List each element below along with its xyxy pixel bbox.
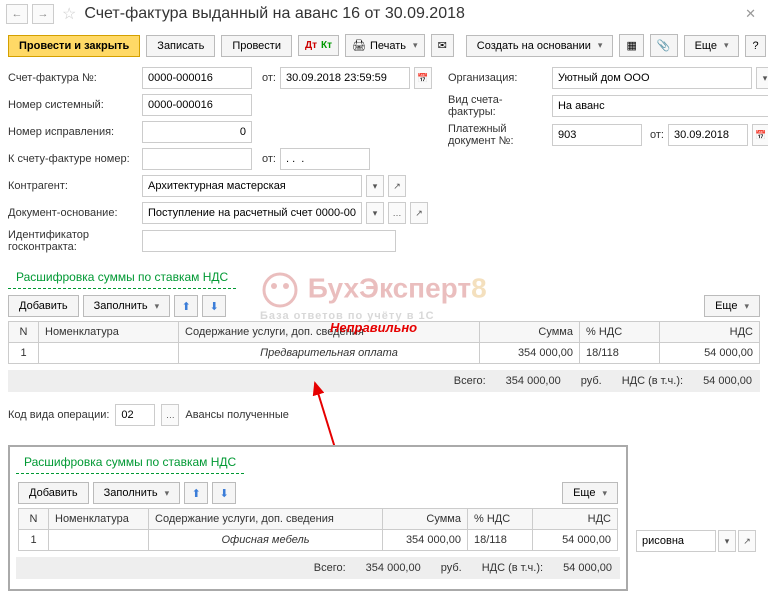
from-label: от: xyxy=(262,72,276,84)
table-row: 1 Офисная мебель 354 000,00 18/118 54 00… xyxy=(19,530,618,551)
gk-label: Идентификатор госконтракта: xyxy=(8,229,138,253)
opcode-desc: Авансы полученные xyxy=(185,409,289,421)
fill-button[interactable]: Заполнить xyxy=(83,295,171,317)
add-row-button-2[interactable]: Добавить xyxy=(18,482,89,504)
grid-more-button-2[interactable]: Еще xyxy=(562,482,618,504)
extra-field: ▾ ↗ xyxy=(636,530,756,552)
move-down-icon-2[interactable]: ⬇ xyxy=(212,482,236,504)
col-n: N xyxy=(9,322,39,343)
to-invoice-from-label: от: xyxy=(262,153,276,165)
attach-icon[interactable]: 📎 xyxy=(650,34,678,57)
col-content: Содержание услуги, доп. сведения xyxy=(179,322,480,343)
org-label: Организация: xyxy=(448,72,548,84)
vat-grid-right: N Номенклатура Содержание услуги, доп. с… xyxy=(18,508,618,551)
print-button[interactable]: 🖨 Печать xyxy=(345,34,425,57)
col-vat: НДС xyxy=(660,322,760,343)
org-field[interactable] xyxy=(552,67,752,89)
to-invoice-label: К счету-фактуре номер: xyxy=(8,153,138,165)
post-and-close-button[interactable]: Провести и закрыть xyxy=(8,35,140,57)
contr-dropdown-icon[interactable]: ▾ xyxy=(366,175,384,197)
paydoc-field[interactable] xyxy=(552,124,642,146)
related-icon[interactable]: ▦ xyxy=(619,34,643,57)
opcode-label: Код вида операции: xyxy=(8,409,109,421)
window-title: Счет-фактура выданный на аванс 16 от 30.… xyxy=(84,5,735,23)
grid-more-button[interactable]: Еще xyxy=(704,295,760,317)
gk-field[interactable] xyxy=(142,230,396,252)
corrnum-field[interactable] xyxy=(142,121,252,143)
post-button[interactable]: Провести xyxy=(221,35,292,57)
extra-open-icon[interactable]: ↗ xyxy=(738,530,756,552)
table-row: 1 Предварительная оплата 354 000,00 18/1… xyxy=(9,343,760,364)
favorite-star-icon[interactable]: ☆ xyxy=(62,4,76,24)
paydoc-date[interactable] xyxy=(668,124,748,146)
nav-fwd[interactable]: → xyxy=(32,4,54,24)
opcode-pick-icon[interactable]: … xyxy=(161,404,179,426)
number-label: Счет-фактура №: xyxy=(8,72,138,84)
sysnum-field[interactable] xyxy=(142,94,252,116)
kind-label: Вид счета-фактуры: xyxy=(448,94,548,118)
corrnum-label: Номер исправления: xyxy=(8,126,138,138)
correct-panel: Расшифровка суммы по ставкам НДС Добавит… xyxy=(8,445,628,591)
col-sum: Сумма xyxy=(480,322,580,343)
annot-wrong: Неправильно xyxy=(330,320,417,335)
basis-label: Документ-основание: xyxy=(8,207,138,219)
to-invoice-date[interactable] xyxy=(280,148,370,170)
create-based-button[interactable]: Создать на основании xyxy=(466,35,614,57)
basis-open-icon[interactable]: ↗ xyxy=(410,202,428,224)
totals-row-2: Всего: 354 000,00 руб. НДС (в т.ч.): 54 … xyxy=(16,557,620,579)
move-down-icon[interactable]: ⬇ xyxy=(202,295,226,317)
section-title: Расшифровка суммы по ставкам НДС xyxy=(8,266,236,289)
nav-back[interactable]: ← xyxy=(6,4,28,24)
email-icon[interactable]: ✉ xyxy=(431,34,454,57)
section-title-2: Расшифровка суммы по ставкам НДС xyxy=(16,451,244,474)
contr-field[interactable] xyxy=(142,175,362,197)
basis-pick-icon[interactable]: … xyxy=(388,202,406,224)
dt-kt-icon[interactable]: ДтКт xyxy=(298,35,339,56)
col-rate: % НДС xyxy=(580,322,660,343)
more-button[interactable]: Еще xyxy=(684,35,740,57)
org-dropdown-icon[interactable]: ▾ xyxy=(756,67,768,89)
move-up-icon[interactable]: ⬆ xyxy=(174,295,198,317)
sysnum-label: Номер системный: xyxy=(8,99,138,111)
kind-field[interactable] xyxy=(552,95,768,117)
close-icon[interactable]: ✕ xyxy=(739,6,762,22)
save-button[interactable]: Записать xyxy=(146,35,215,57)
opcode-field[interactable] xyxy=(115,404,155,426)
basis-dropdown-icon[interactable]: ▾ xyxy=(366,202,384,224)
col-nomen: Номенклатура xyxy=(39,322,179,343)
contr-label: Контрагент: xyxy=(8,180,138,192)
totals-row: Всего: 354 000,00 руб. НДС (в т.ч.): 54 … xyxy=(8,370,760,392)
extra-dropdown-icon[interactable]: ▾ xyxy=(718,530,736,552)
basis-field[interactable] xyxy=(142,202,362,224)
date-field[interactable] xyxy=(280,67,410,89)
paydoc-label: Платежный документ №: xyxy=(448,123,548,147)
help-icon[interactable]: ? xyxy=(745,35,765,57)
fill-button-2[interactable]: Заполнить xyxy=(93,482,181,504)
add-row-button[interactable]: Добавить xyxy=(8,295,79,317)
move-up-icon-2[interactable]: ⬆ xyxy=(184,482,208,504)
paydoc-cal-icon[interactable]: 📅 xyxy=(752,124,768,146)
number-field[interactable] xyxy=(142,67,252,89)
contr-open-icon[interactable]: ↗ xyxy=(388,175,406,197)
to-invoice-field[interactable] xyxy=(142,148,252,170)
paydoc-from-label: от: xyxy=(650,129,664,141)
calendar-icon[interactable]: 📅 xyxy=(414,67,432,89)
